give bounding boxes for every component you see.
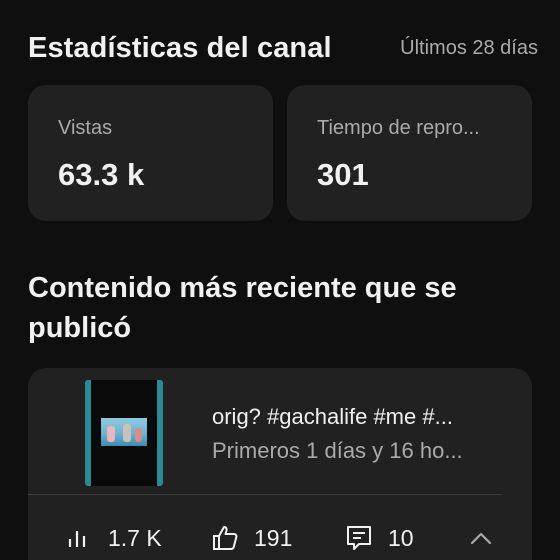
thumbnail-figure [135,428,142,442]
thumbnail-figure [107,426,115,442]
thumbnail-figure [123,424,131,442]
recent-video-card[interactable]: orig? #gachalife #me #... Primeros 1 día… [28,368,532,560]
channel-stats-header: Estadísticas del canal Últimos 28 días [28,30,538,70]
card-divider [28,494,502,495]
views-stat-label: Vistas [58,117,113,139]
chevron-up-icon[interactable] [468,526,494,552]
video-title[interactable]: orig? #gachalife #me #... [212,404,508,430]
date-range-label[interactable]: Últimos 28 días [400,37,538,60]
video-period: Primeros 1 días y 16 ho... [212,438,463,463]
views-stat-card[interactable]: Vistas 63.3 k [28,85,273,221]
views-stat-value: 63.3 k [58,157,145,192]
likes-count: 191 [254,524,293,551]
comments-metric[interactable]: 10 [344,520,414,556]
watch-time-stat-label: Tiempo de repro... [317,117,480,139]
watch-time-stat-value: 301 [317,157,369,192]
bar-chart-icon [68,531,86,547]
watch-time-stat-card[interactable]: Tiempo de repro... 301 [287,85,532,221]
thumbnail-image [101,418,147,446]
thumbs-up-icon [213,526,238,550]
likes-metric[interactable]: 191 [210,520,292,556]
video-thumbnail[interactable] [85,380,163,486]
views-count: 1.7 K [108,524,162,551]
comments-count: 10 [388,524,414,551]
views-metric[interactable]: 1.7 K [64,520,162,556]
channel-stats-title: Estadísticas del canal [28,32,332,64]
comment-icon [347,526,371,550]
thumbnail-frame [91,380,157,486]
recent-content-title: Contenido más reciente que se publicó [28,272,457,344]
